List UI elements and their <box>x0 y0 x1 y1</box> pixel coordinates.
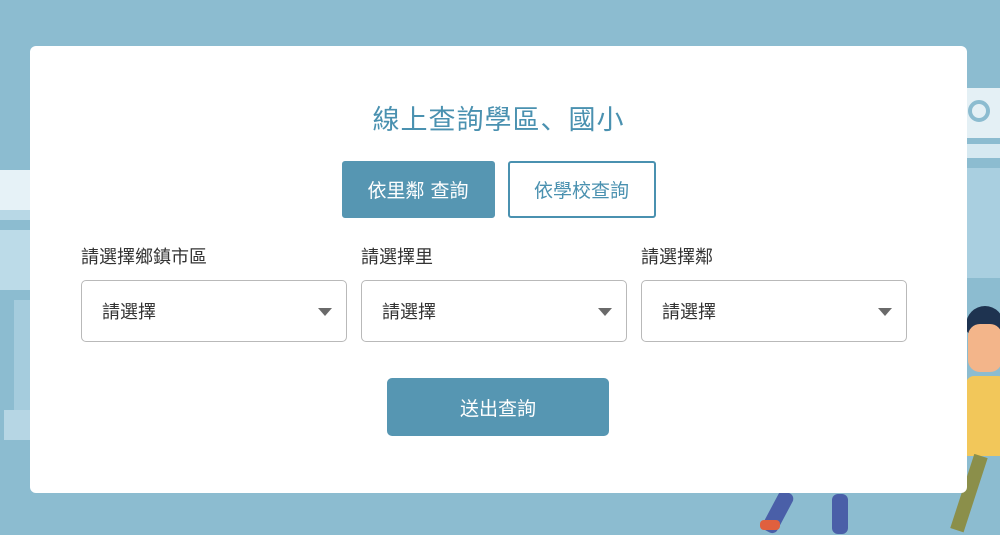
query-fields: 請選擇鄉鎮市區 請選擇 請選擇里 請選擇 請選擇鄰 請選擇 <box>81 244 907 342</box>
background-building-left <box>0 160 30 460</box>
neighborhood-select-value: 請選擇 <box>662 302 716 323</box>
caret-down-icon <box>598 308 612 316</box>
submit-query-button[interactable]: 送出查詢 <box>387 378 609 436</box>
tab-by-school[interactable]: 依學校查詢 <box>507 161 656 218</box>
district-label: 請選擇鄉鎮市區 <box>81 247 207 268</box>
background-illustration-leg <box>832 494 848 534</box>
background-building-right <box>966 88 1000 288</box>
village-select-value: 請選擇 <box>382 302 436 323</box>
neighborhood-field: 請選擇鄰 請選擇 <box>641 244 907 342</box>
district-select[interactable]: 請選擇 <box>81 280 347 342</box>
district-select-value: 請選擇 <box>102 302 156 323</box>
caret-down-icon <box>318 308 332 316</box>
background-illustration-shoe <box>760 520 780 530</box>
village-select[interactable]: 請選擇 <box>361 280 627 342</box>
district-field: 請選擇鄉鎮市區 請選擇 <box>81 244 347 342</box>
page-title: 線上查詢學區、國小 <box>372 105 625 136</box>
caret-down-icon <box>878 308 892 316</box>
tab-by-neighborhood[interactable]: 依里鄰 查詢 <box>341 161 495 218</box>
neighborhood-select[interactable]: 請選擇 <box>641 280 907 342</box>
village-field: 請選擇里 請選擇 <box>361 244 627 342</box>
village-label: 請選擇里 <box>361 247 433 268</box>
query-card: 線上查詢學區、國小 依里鄰 查詢 依學校查詢 請選擇鄉鎮市區 請選擇 請選擇里 … <box>30 46 967 493</box>
neighborhood-label: 請選擇鄰 <box>641 247 713 268</box>
query-mode-tabs: 依里鄰 查詢 依學校查詢 <box>30 161 967 218</box>
